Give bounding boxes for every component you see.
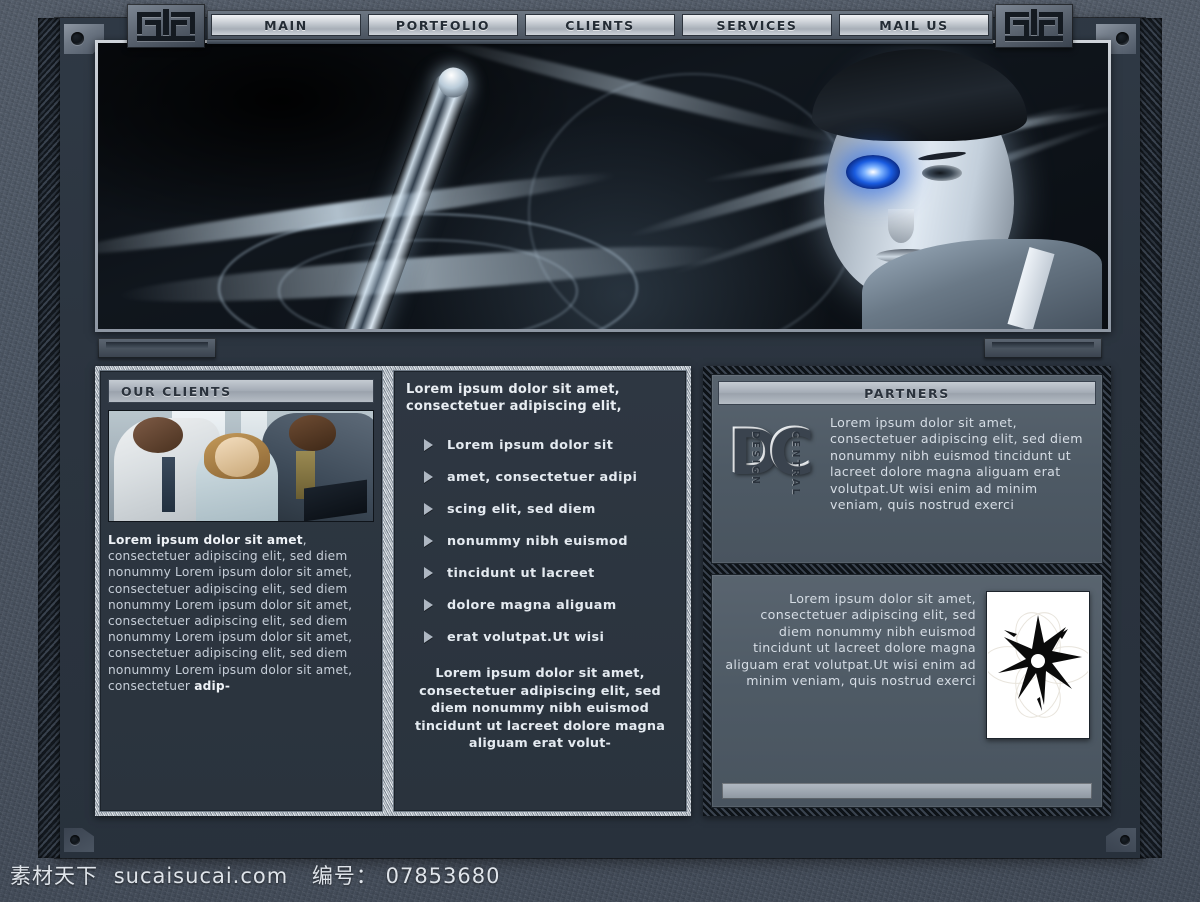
watermark-site-url: sucaisucai.com: [113, 864, 289, 888]
arrow-right-icon: [424, 471, 433, 483]
our-clients-panel: OUR CLIENTS Lorem ipsum dolor sit amet, …: [99, 370, 383, 812]
photo-head: [132, 416, 183, 453]
list-item-label: nonummy nibh euismod: [447, 533, 628, 549]
watermark: 素材天下 sucaisucai.com 编号： 07853680: [10, 860, 500, 890]
ink-splatter-art: [986, 591, 1090, 739]
bracket-slot: [106, 342, 208, 348]
extra-info-text: Lorem ipsum dolor sit amet, consectetuer…: [725, 591, 976, 689]
bullet-list: Lorem ipsum dolor sit amet, consectetuer…: [406, 429, 674, 653]
our-clients-photo: [108, 410, 374, 522]
screw-icon: [1120, 835, 1130, 845]
partners-body: D C DESIGN CENTRAL Lorem ipsum dolor sit…: [718, 405, 1096, 555]
list-outro-text: Lorem ipsum dolor sit amet, consectetuer…: [414, 666, 666, 751]
arrow-right-icon: [424, 503, 433, 515]
our-clients-heading: OUR CLIENTS: [108, 379, 374, 403]
list-item[interactable]: dolore magna aliguam: [406, 589, 674, 621]
extra-info-body: Lorem ipsum dolor sit amet, consectetuer…: [718, 581, 1096, 775]
page-background: OUR CLIENTS Lorem ipsum dolor sit amet, …: [0, 0, 1200, 902]
content-row: OUR CLIENTS Lorem ipsum dolor sit amet, …: [95, 366, 1111, 816]
corner-plate-bottom-right: [1106, 828, 1136, 852]
right-content-group: PARTNERS D C DESIGN CENTRAL Lorem ipsum …: [703, 366, 1111, 816]
nav-item-clients[interactable]: CLIENTS: [525, 14, 675, 36]
list-item[interactable]: nonummy nibh euismod: [406, 525, 674, 557]
photo-head: [288, 415, 337, 451]
list-item-label: amet, consectetuer adipi: [447, 469, 638, 485]
list-item-label: scing elit, sed diem: [447, 501, 596, 517]
list-item[interactable]: amet, consectetuer adipi: [406, 461, 674, 493]
arrow-right-icon: [424, 631, 433, 643]
partners-heading: PARTNERS: [718, 381, 1096, 405]
list-item-label: dolore magna aliguam: [447, 597, 617, 613]
extra-panel-footer-bar: [722, 783, 1092, 799]
arrow-right-icon: [424, 535, 433, 547]
list-item[interactable]: tincidunt ut lacreet: [406, 557, 674, 589]
our-clients-body-rest: , consectetuer adipiscing elit, sed diem…: [108, 533, 353, 693]
cyborg-human-eye: [922, 165, 962, 181]
our-clients-body: Lorem ipsum dolor sit amet, consectetuer…: [108, 532, 374, 694]
nav-item-services[interactable]: SERVICES: [682, 14, 832, 36]
list-item[interactable]: Lorem ipsum dolor sit: [406, 429, 674, 461]
our-clients-body-lead: Lorem ipsum dolor sit amet: [108, 533, 303, 547]
hero-bracket-right: [984, 338, 1102, 358]
nav-item-mail-us[interactable]: MAIL US: [839, 14, 989, 36]
nav-item-portfolio[interactable]: PORTFOLIO: [368, 14, 518, 36]
extra-info-panel: Lorem ipsum dolor sit amet, consectetuer…: [711, 574, 1103, 808]
corner-plate-bottom-left: [64, 828, 94, 852]
site-frame: OUR CLIENTS Lorem ipsum dolor sit amet, …: [38, 18, 1162, 858]
cyborg-glowing-eye-icon: [846, 155, 900, 189]
arrow-right-icon: [424, 599, 433, 611]
ink-splatter-icon: [988, 612, 1088, 718]
nav-underline-bar: [207, 40, 993, 44]
arrow-right-icon: [424, 567, 433, 579]
list-intro-text: Lorem ipsum dolor sit amet, consectetuer…: [406, 382, 622, 414]
left-edge-texture-strip: [38, 18, 60, 858]
logo-word-central: CENTRAL: [790, 431, 801, 498]
screw-icon: [70, 835, 80, 845]
logo-word-design: DESIGN: [750, 431, 761, 487]
maze-emblem-left-icon: [127, 4, 205, 48]
cyborg-nose: [888, 209, 914, 243]
partners-panel: PARTNERS D C DESIGN CENTRAL Lorem ipsum …: [711, 374, 1103, 564]
partners-body-text: Lorem ipsum dolor sit amet, consectetuer…: [830, 415, 1083, 513]
services-list-panel: Lorem ipsum dolor sit amet, consectetuer…: [393, 370, 687, 812]
right-edge-texture-strip: [1140, 18, 1162, 858]
watermark-site-cn: 素材天下: [10, 864, 98, 888]
bracket-slot: [992, 342, 1094, 348]
cyborg-figure: [772, 43, 1102, 329]
design-central-logo[interactable]: D C DESIGN CENTRAL: [724, 415, 820, 555]
maze-emblem-right-icon: [995, 4, 1073, 48]
list-item[interactable]: erat volutpat.Ut wisi: [406, 621, 674, 653]
hero-banner: [95, 40, 1111, 332]
list-item-label: tincidunt ut lacreet: [447, 565, 595, 581]
list-item-label: Lorem ipsum dolor sit: [447, 437, 614, 453]
our-clients-body-tail: adip-: [194, 678, 231, 693]
watermark-id-value: 07853680: [385, 864, 501, 888]
hero-image: [98, 43, 1108, 329]
watermark-id-label: 编号：: [311, 864, 378, 888]
photo-head: [214, 437, 260, 477]
left-content-group: OUR CLIENTS Lorem ipsum dolor sit amet, …: [95, 366, 691, 816]
photo-tie: [161, 457, 175, 513]
cyborg-hair: [812, 49, 1027, 141]
top-navigation-bar: MAIN PORTFOLIO CLIENTS SERVICES MAIL US: [55, 0, 1145, 48]
list-item-label: erat volutpat.Ut wisi: [447, 629, 605, 645]
nav-item-main[interactable]: MAIN: [211, 14, 361, 36]
list-item[interactable]: scing elit, sed diem: [406, 493, 674, 525]
hero-bracket-left: [98, 338, 216, 358]
arrow-right-icon: [424, 439, 433, 451]
nav-menu: MAIN PORTFOLIO CLIENTS SERVICES MAIL US: [207, 10, 993, 40]
